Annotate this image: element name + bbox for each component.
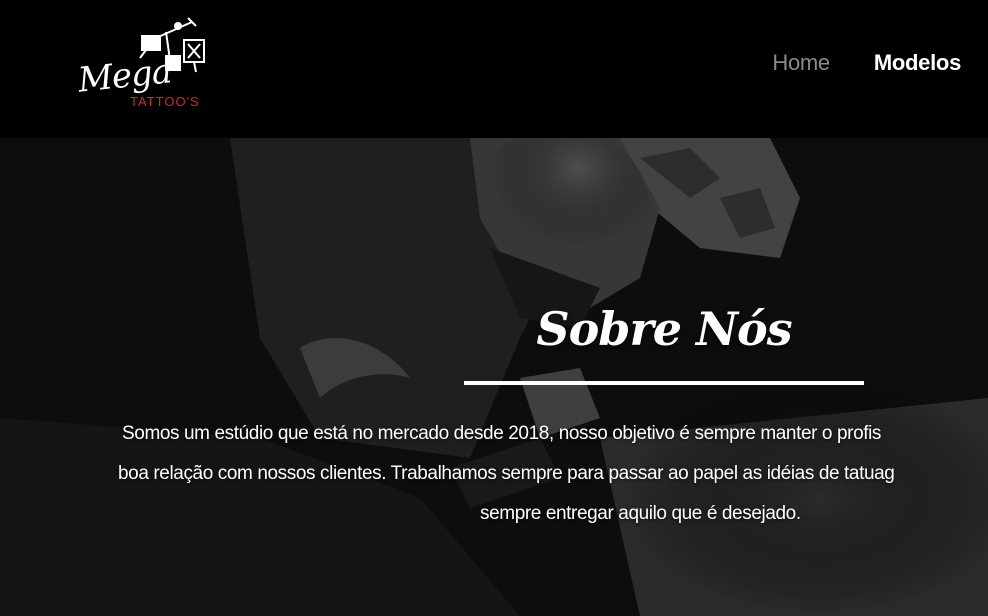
nav-modelos-link[interactable]: Modelos: [874, 50, 961, 76]
logo[interactable]: Mega TATTOO'S: [74, 16, 214, 112]
site-header: Mega TATTOO'S Home Modelos: [0, 0, 988, 138]
about-description-line: boa relação com nossos clientes. Trabalh…: [118, 463, 895, 484]
about-description: Somos um estúdio que está no mercado des…: [110, 414, 988, 534]
about-hero: Sobre Nós Somos um estúdio que está no m…: [0, 138, 988, 616]
about-description-line: Somos um estúdio que está no mercado des…: [122, 423, 882, 444]
main-nav: Home Modelos: [772, 50, 961, 76]
nav-home-link[interactable]: Home: [772, 50, 830, 76]
about-description-line: sempre entregar aquilo que é desejado.: [480, 503, 801, 524]
hero-content: Sobre Nós Somos um estúdio que está no m…: [0, 138, 988, 616]
logo-subtitle: TATTOO'S: [130, 94, 200, 109]
title-divider: [464, 381, 864, 385]
about-title: Sobre Nós: [536, 302, 792, 356]
page: Mega TATTOO'S Home Modelos Sobre Nós Som…: [0, 0, 988, 616]
